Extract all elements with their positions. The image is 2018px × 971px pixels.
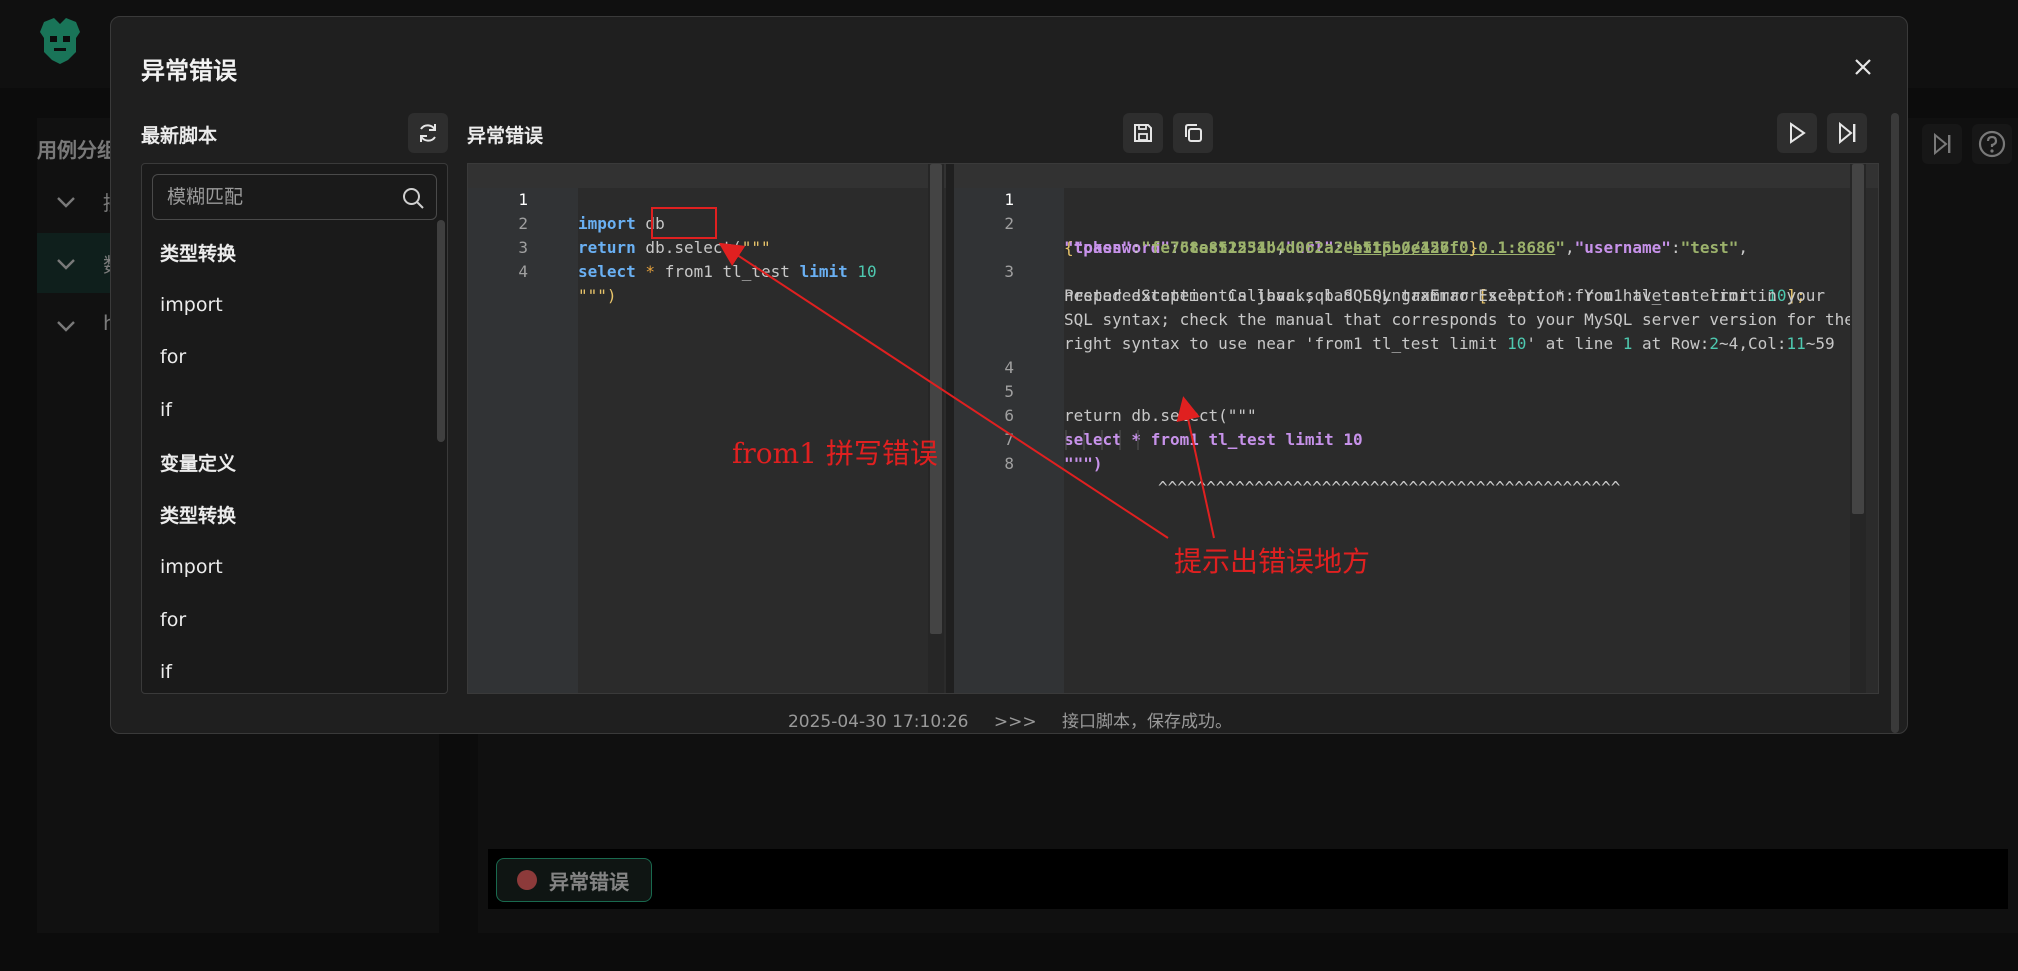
- code-line: 6 select * from1 tl_test limit 10: [954, 380, 1878, 449]
- code-line: "token":"fe768a852551b4d062a2ee515b0e456…: [1064, 238, 1479, 257]
- status-timestamp: 2025-04-30 17:10:26: [787, 712, 969, 732]
- line-number: 4: [518, 262, 528, 281]
- list-item[interactable]: if: [142, 646, 432, 693]
- code-token: 10: [847, 262, 877, 281]
- error-modal: 异常错误 最新脚本 类型转换 import for if 变量定义 类型转换 i: [110, 16, 1908, 734]
- caret-marker: ^^^^^^^^^^^^^^^^^^^^^^^^^^^^^^^^^^^^^^^^…: [1158, 478, 1621, 497]
- output-scrollbar[interactable]: [1850, 164, 1866, 693]
- code-line: 1 import db: [468, 164, 946, 233]
- script-list: 类型转换 import for if 变量定义 类型转换 import for …: [142, 226, 432, 693]
- code-line: 3 PreparedStatementCallback; bad SQL gra…: [954, 236, 1878, 305]
- copy-icon: [1185, 124, 1202, 142]
- step-run-button[interactable]: [1827, 113, 1867, 153]
- save-icon: [1134, 124, 1152, 142]
- modal-title: 异常错误: [141, 57, 237, 85]
- recent-scripts-title: 最新脚本: [141, 125, 218, 147]
- error-output-pane[interactable]: 1 2 {"password":"test1234","url":"http:/…: [954, 164, 1878, 693]
- line-number: 8: [1004, 454, 1014, 473]
- editor-title: 异常错误: [467, 125, 544, 147]
- search-input[interactable]: [167, 175, 397, 219]
- recent-scripts-panel: 类型转换 import for if 变量定义 类型转换 import for …: [141, 163, 448, 694]
- close-icon[interactable]: [1849, 53, 1877, 81]
- code-line: 1: [954, 164, 1878, 209]
- code-token: *: [635, 262, 665, 281]
- source-scrollbar[interactable]: [928, 164, 944, 693]
- list-item[interactable]: import: [142, 279, 432, 332]
- list-scrollbar[interactable]: [437, 220, 445, 442]
- status-message: 接口脚本，保存成功。: [1062, 712, 1233, 732]
- code-line: 2 {"password":"test1234","url":"http://1…: [954, 188, 1878, 257]
- step-forward-icon: [1839, 121, 1856, 145]
- list-item[interactable]: if: [142, 384, 432, 437]
- modal-scrollbar[interactable]: [1891, 113, 1899, 733]
- code-editor[interactable]: 1 import db 2 return db.select(""" 3 sel…: [467, 163, 1879, 694]
- code-token: """): [578, 286, 617, 305]
- code-line: 5 return db.select(""": [954, 356, 1878, 425]
- list-item[interactable]: import: [142, 541, 432, 594]
- save-button[interactable]: [1123, 113, 1163, 153]
- search-field[interactable]: [152, 174, 437, 220]
- code-token: tl_test: [712, 262, 800, 281]
- code-token: limit: [799, 262, 848, 281]
- status-separator: >>>: [993, 712, 1037, 732]
- status-bar: 2025-04-30 17:10:26 >>> 接口脚本，保存成功。: [111, 707, 1909, 732]
- error-token: from1: [664, 262, 713, 281]
- list-item[interactable]: for: [142, 594, 432, 647]
- code-line: right syntax to use near 'from1 tl_test …: [954, 308, 1878, 353]
- list-item[interactable]: 变量定义: [142, 436, 432, 489]
- search-icon: [403, 188, 424, 209]
- list-item[interactable]: 类型转换: [142, 489, 432, 542]
- list-item[interactable]: for: [142, 331, 432, 384]
- error-location-annotation: 提示出错误地方: [1174, 545, 1371, 578]
- refresh-button[interactable]: [408, 113, 448, 153]
- code-line: 4: [954, 332, 1878, 377]
- copy-button[interactable]: [1173, 113, 1213, 153]
- spelling-error-annotation: from1 拼写错误: [732, 437, 938, 470]
- code-line: 4 """): [468, 236, 946, 305]
- code-line: nested exception is java.sql.SQLSyntaxEr…: [954, 260, 1878, 305]
- play-icon: [1790, 122, 1806, 144]
- code-line: 7 """): [954, 404, 1878, 473]
- code-token: """): [1064, 454, 1103, 473]
- run-button[interactable]: [1777, 113, 1817, 153]
- code-line: SQL syntax; check the manual that corres…: [954, 284, 1878, 329]
- list-item[interactable]: 类型转换: [142, 226, 432, 279]
- pane-divider[interactable]: [946, 164, 954, 693]
- indent-guides: [1065, 430, 1139, 450]
- code-line: 3 select * from1 tl_test limit 10: [468, 212, 946, 281]
- refresh-icon: [420, 124, 436, 142]
- source-pane[interactable]: 1 import db 2 return db.select(""" 3 sel…: [468, 164, 946, 693]
- code-token: select: [578, 262, 636, 281]
- code-line: 2 return db.select(""": [468, 188, 946, 257]
